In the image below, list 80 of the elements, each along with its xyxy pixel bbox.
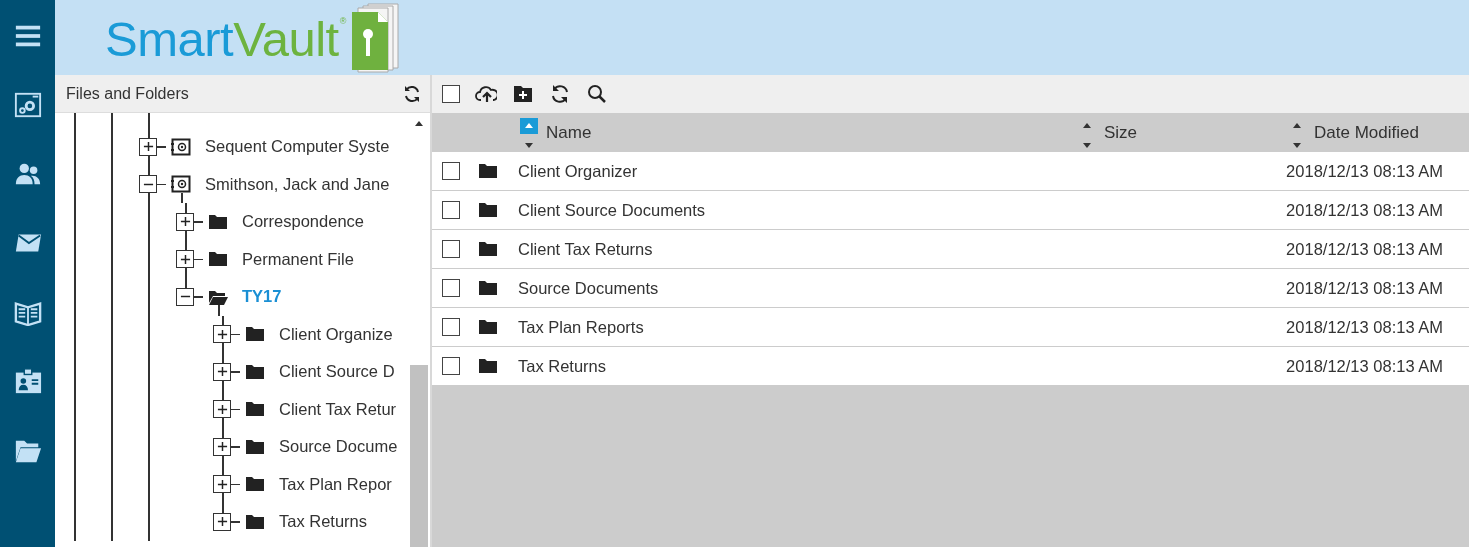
folder-icon	[208, 251, 228, 268]
plus-icon	[216, 516, 228, 528]
tree-item[interactable]: Client Tax Retur	[279, 399, 397, 419]
folder-icon	[478, 163, 498, 179]
date-modified: 2018/12/13 08:13 AM	[1285, 317, 1444, 337]
plus-icon	[216, 403, 228, 415]
tree-item[interactable]: TY17	[242, 287, 282, 307]
tree-item[interactable]: Client Organize	[279, 324, 393, 344]
expand-toggle[interactable]	[213, 325, 231, 344]
refresh-icon[interactable]	[549, 83, 571, 105]
expand-toggle[interactable]	[213, 400, 231, 419]
expand-toggle[interactable]	[176, 212, 194, 231]
open-folder-icon	[208, 288, 228, 305]
folder-icon	[478, 280, 498, 296]
contact-card-icon[interactable]	[13, 367, 42, 395]
expand-toggle[interactable]	[213, 437, 231, 456]
column-header[interactable]: Name	[546, 122, 592, 143]
logo-wordmark: SmartVault	[105, 15, 339, 64]
folder-icon	[478, 358, 498, 374]
date-modified: 2018/12/13 08:13 AM	[1285, 200, 1444, 220]
row-checkbox[interactable]	[442, 201, 460, 219]
collapse-toggle[interactable]	[176, 287, 194, 306]
folder-icon	[478, 319, 498, 335]
plus-icon	[179, 216, 191, 228]
row-checkbox[interactable]	[442, 240, 460, 258]
file-name: Client Organizer	[518, 161, 639, 181]
tree-item[interactable]: Tax Returns	[279, 512, 368, 532]
row-checkbox[interactable]	[442, 357, 460, 375]
plus-icon	[179, 253, 191, 265]
folder-icon	[245, 363, 265, 380]
tree-item[interactable]: Sequent Computer Syste	[205, 137, 390, 157]
refresh-icon[interactable]	[402, 83, 422, 104]
tree-item[interactable]: Smithson, Jack and Jane	[205, 174, 390, 194]
row-checkbox[interactable]	[442, 318, 460, 336]
row-checkbox[interactable]	[442, 162, 460, 180]
date-modified: 2018/12/13 08:13 AM	[1285, 239, 1444, 259]
file-name: Tax Plan Reports	[518, 317, 645, 337]
safe-icon	[171, 137, 191, 156]
upload-cloud-icon[interactable]	[475, 83, 497, 105]
column-header[interactable]: Size	[1104, 122, 1138, 143]
tree-item[interactable]: Client Source D	[279, 362, 395, 382]
safe-icon	[171, 175, 191, 194]
folder-icon	[245, 438, 265, 455]
date-modified: 2018/12/13 08:13 AM	[1285, 356, 1444, 376]
plus-icon	[216, 366, 228, 378]
folder-icon	[245, 326, 265, 343]
tree-item[interactable]: Source Docume	[279, 437, 398, 457]
new-folder-icon[interactable]	[512, 83, 534, 105]
plus-icon	[216, 478, 228, 490]
expand-toggle[interactable]	[213, 512, 231, 531]
folder-icon	[208, 213, 228, 230]
tree-item[interactable]: Correspondence	[242, 212, 364, 232]
tree-item[interactable]: Tax Plan Repor	[279, 474, 392, 494]
select-all-checkbox[interactable]	[442, 85, 460, 103]
expand-toggle[interactable]	[213, 475, 231, 494]
file-name: Client Tax Returns	[518, 239, 654, 259]
registered-mark: ®	[339, 15, 347, 26]
plus-icon	[216, 441, 228, 453]
folder-icon	[245, 513, 265, 530]
expand-toggle[interactable]	[213, 362, 231, 381]
search-icon[interactable]	[586, 83, 608, 105]
folder-icon	[478, 202, 498, 218]
tree-item[interactable]: Permanent File	[242, 249, 354, 269]
column-header[interactable]: Date Modified	[1314, 122, 1419, 143]
plus-icon	[216, 328, 228, 340]
gear-window-icon[interactable]	[13, 91, 42, 119]
file-name: Source Documents	[518, 278, 660, 298]
row-checkbox[interactable]	[442, 279, 460, 297]
collapse-toggle[interactable]	[139, 175, 157, 194]
date-modified: 2018/12/13 08:13 AM	[1285, 278, 1444, 298]
plus-icon	[142, 141, 154, 153]
folder-icon	[478, 241, 498, 257]
file-name: Tax Returns	[518, 356, 608, 376]
expand-toggle[interactable]	[176, 250, 194, 269]
folder-icon	[245, 401, 265, 418]
file-name: Client Source Documents	[518, 200, 707, 220]
panel-title: Files and Folders	[66, 84, 189, 103]
folder-icon	[245, 476, 265, 493]
expand-toggle[interactable]	[139, 137, 157, 156]
date-modified: 2018/12/13 08:13 AM	[1285, 161, 1444, 181]
